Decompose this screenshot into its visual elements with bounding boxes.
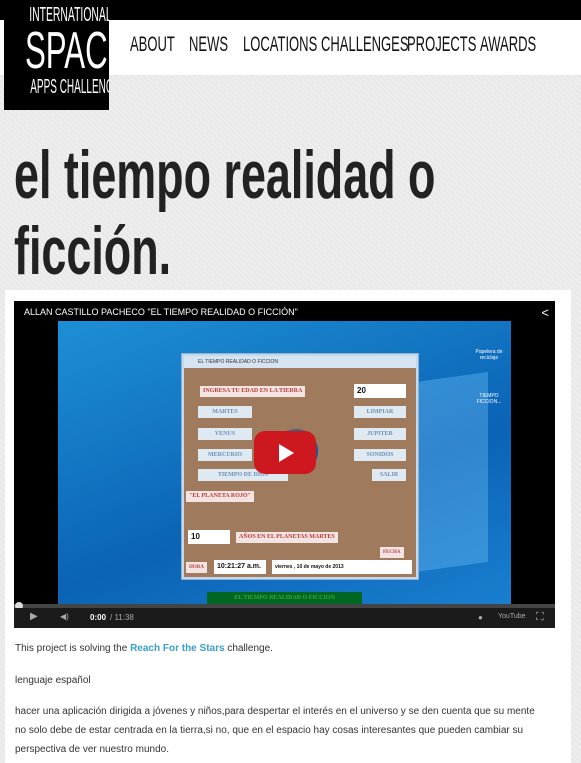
video-title[interactable]: ALLAN CASTILLO PACHECO "EL TIEMPO REALID…	[24, 307, 298, 317]
duration: / 11:38	[110, 613, 134, 622]
btn-salir: SALIR	[372, 469, 406, 481]
btn-jupiter: JUPITER	[354, 428, 406, 440]
result-label: AÑOS EN EL PLANETAS MARTES	[236, 532, 338, 543]
play-button[interactable]	[254, 431, 316, 474]
app-window-title: EL TIEMPO REALIDAD O FICCION	[184, 356, 416, 368]
volume-icon[interactable]: ◀)	[60, 612, 69, 621]
desktop-icon-recycle: Papelera de reciclaje	[475, 349, 503, 361]
site-logo[interactable]: INTERNATIONAL SPACE APPS CHALLENGE	[4, 4, 109, 110]
challenge-link[interactable]: Reach For the Stars	[130, 643, 224, 654]
result-value: 10	[188, 530, 230, 544]
btn-martes: MARTES	[198, 406, 252, 418]
challenge-prefix: This project is solving the	[15, 643, 131, 654]
btn-sonidos: SONIDOS	[354, 449, 406, 461]
date-value: viernes , 10 de mayo de 2013	[272, 560, 412, 574]
btn-mercurio: MERCURIO	[198, 449, 252, 461]
nav-locations[interactable]: LOCATIONS	[243, 33, 317, 57]
play-icon[interactable]: ▶	[30, 611, 38, 622]
nav-challenges[interactable]: CHALLENGES	[321, 33, 409, 57]
youtube-logo[interactable]: YouTube	[498, 613, 526, 620]
challenge-suffix: challenge.	[224, 643, 273, 654]
description-text: hacer una aplicación dirigida a jóvenes …	[15, 706, 535, 755]
btn-limpiar: LIMPIAR	[354, 406, 406, 418]
title-line2: ficción.	[14, 213, 172, 289]
fullscreen-icon[interactable]: ⛶	[536, 611, 544, 624]
challenge-line: This project is solving the Reach For th…	[15, 643, 273, 654]
nav-projects[interactable]: PROJECTS	[407, 33, 476, 57]
current-time: 0:00	[90, 613, 107, 622]
video-controls: ▶ ◀) 0:00 / 11:38 ● YouTube ⛶	[14, 608, 555, 628]
nav-news[interactable]: NEWS	[189, 33, 228, 57]
fecha-label: FECHA	[380, 547, 404, 558]
nav-awards[interactable]: AWARDS	[480, 33, 536, 57]
btn-venus: VENUS	[198, 428, 252, 440]
desktop-icon-app: TIEMPO FICCION...	[476, 393, 502, 405]
age-value: 20	[354, 384, 406, 398]
language-text: lenguaje español	[15, 675, 91, 686]
title-line1: el tiempo realidad o	[14, 137, 436, 213]
logo-line3: APPS CHALLENGE	[30, 76, 109, 98]
share-icon[interactable]: <	[541, 305, 549, 320]
video-bottom-strip: EL TIEMPO REALIDAD O FICCION	[207, 592, 362, 604]
hora-label: HORA	[186, 562, 207, 573]
time-value: 10:21:27 a.m.	[214, 560, 266, 574]
video-player[interactable]: Papelera de reciclaje TIEMPO FICCION... …	[14, 301, 555, 628]
age-label: INGRESA TU EDAD EN LA TIERRA	[200, 386, 306, 397]
logo-line2: SPACE	[24, 22, 109, 80]
settings-icon[interactable]: ●	[478, 613, 483, 622]
planet-label: "EL PLANETA ROJO"	[186, 491, 254, 502]
nav-about[interactable]: ABOUT	[130, 33, 175, 57]
